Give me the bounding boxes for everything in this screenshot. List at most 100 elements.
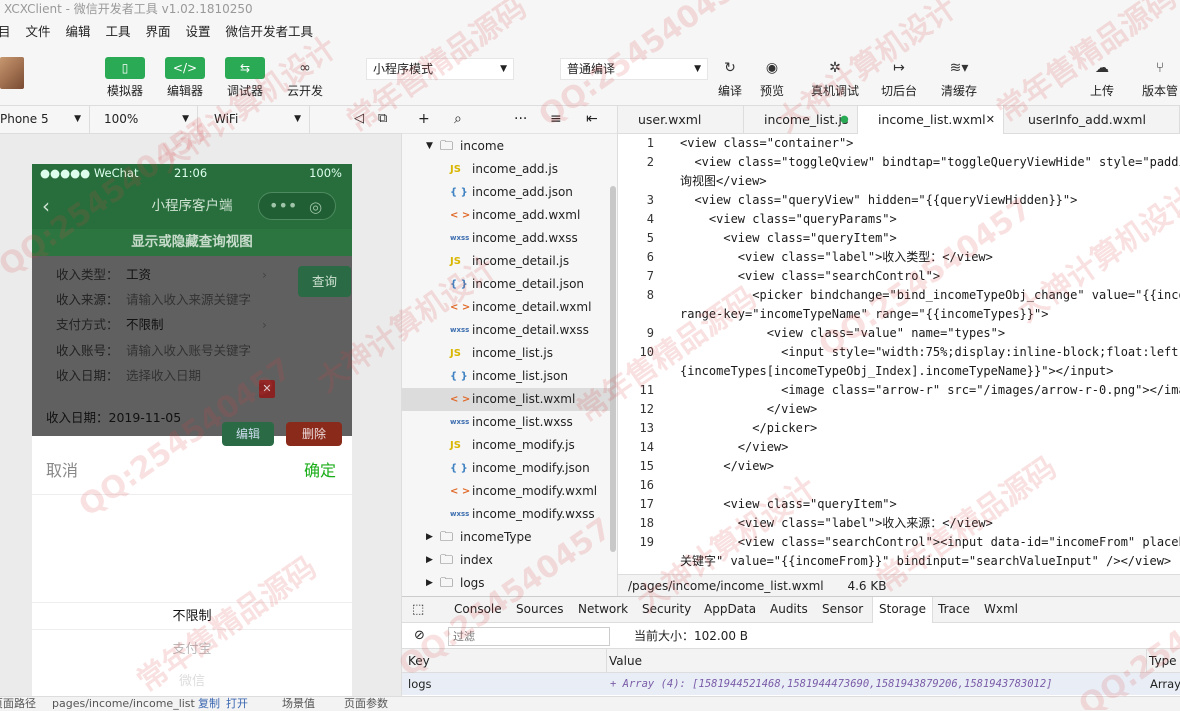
mode-select[interactable]: 小程序模式 ▼ [366,58,514,80]
bug-icon: ✲ [829,60,841,76]
tab-income-list-wxml[interactable]: income_list.wxml ✕ [858,106,1004,134]
tree-file[interactable]: JS income_list.js [402,342,612,365]
tree-file[interactable]: { } income_list.json [402,365,612,388]
capsule-menu[interactable]: ••• ◎ [258,192,336,220]
more-dots-icon[interactable]: ••• [269,183,297,229]
menu-item-tools[interactable]: 工具 [106,24,131,39]
upload-button[interactable]: ☁ 上传 [1082,57,1122,99]
avatar[interactable] [0,57,24,89]
detach-window-icon[interactable]: ⧉ [378,106,387,132]
editor-button[interactable]: </> 编辑器 [164,57,206,99]
split-icon[interactable]: ⇤ [586,106,598,133]
compile-mode-select[interactable]: 普通编译 ▼ [560,58,708,80]
form-row-date[interactable]: 收入日期： 选择收入日期 [56,365,201,387]
edit-button[interactable]: 编辑 [222,422,274,446]
search-icon[interactable]: ⌕ [454,106,462,133]
picker-option-selected[interactable]: 不限制 [32,602,352,630]
simulator-button[interactable]: ▯ 模拟器 [104,57,146,99]
close-icon[interactable]: ✕ [986,106,995,134]
clear-icon[interactable]: ⊘ [414,623,425,649]
tab-income-list-js[interactable]: income_list.js ● [744,106,858,134]
tree-file[interactable]: JS income_modify.js [402,434,612,457]
back-arrow-icon[interactable]: ‹ [42,183,50,229]
tab-sources[interactable]: Sources [516,597,563,622]
picker-cancel-button[interactable]: 取消 [46,449,78,493]
close-circle-icon[interactable]: ◎ [309,184,322,230]
picker-option[interactable]: 支付宝 [32,638,352,657]
form-row-account[interactable]: 收入账号： 请输入收入账号关键字 [56,340,251,362]
tab-console[interactable]: Console [454,597,502,622]
tab-user-wxml[interactable]: user.wxml [618,106,744,134]
tree-folder-incomeType[interactable]: ▶ 🗀 incomeType [402,526,612,549]
tree-file[interactable]: < > income_detail.wxml [402,296,612,319]
tab-audits[interactable]: Audits [770,597,808,622]
copy-link[interactable]: 复制 [198,697,220,711]
volume-icon[interactable]: ◁ [354,106,364,132]
clear-cache-button[interactable]: ≋▾ 清缓存 [936,57,982,99]
code-line: <view class="queryItem"> [680,497,897,511]
compile-button[interactable]: ↻ 编译 [712,57,748,99]
menu-item-edit[interactable]: 编辑 [66,24,91,39]
code-area[interactable]: 1 <view class="container"> 2 <view class="… [618,134,1180,574]
tree-file[interactable]: wxss income_detail.wxss [402,319,612,342]
debugger-button[interactable]: ⇆ 调试器 [224,57,266,99]
menu-item-view[interactable]: 界面 [146,24,171,39]
version-button[interactable]: ⑂ 版本管 [1140,57,1180,99]
picker-confirm-button[interactable]: 确定 [304,449,336,493]
form-row-pay-method[interactable]: 支付方式： 不限制 › [56,314,267,336]
storage-filter-input[interactable] [448,627,610,646]
menu-item-settings[interactable]: 设置 [186,24,211,39]
tree-file[interactable]: wxss income_modify.wxss [402,503,612,526]
code-line: <picker bindchange="bind_incomeTypeObj_c… [680,288,1180,302]
tab-userinfo-add-wxml[interactable]: userInfo_add.wxml [1008,106,1180,134]
tree-file[interactable]: wxss income_add.wxss [402,227,612,250]
device-select[interactable]: Phone 5 ▼ [0,106,90,133]
remote-debug-button[interactable]: ✲ 真机调试 [806,57,864,99]
tree-folder-income[interactable]: ▼ 🗀 income [402,135,612,158]
tree-folder-index[interactable]: ▶ 🗀 index [402,549,612,572]
tab-security[interactable]: Security [642,597,691,622]
tab-wxml[interactable]: Wxml [984,597,1018,622]
clear-date-icon[interactable]: ✕ [259,380,275,398]
tree-file[interactable]: JS income_detail.js [402,250,612,273]
more-icon[interactable]: ··· [514,106,527,133]
cloud-dev-button[interactable]: ∞ 云开发 [284,57,326,99]
menu-item-wechat-devtools[interactable]: 微信开发者工具 [226,24,314,39]
collapse-icon[interactable]: ≡ [550,106,562,133]
version-label: 版本管 [1141,84,1178,98]
tab-sensor[interactable]: Sensor [822,597,863,622]
tree-folder-logs[interactable]: ▶ 🗀 logs [402,572,612,595]
tree-file[interactable]: wxss income_list.wxss [402,411,612,434]
line-number: 1 [646,136,654,150]
tab-storage[interactable]: Storage [872,597,933,623]
tree-file[interactable]: JS income_add.js [402,158,612,181]
form-row-income-source[interactable]: 收入来源： 请输入收入来源关键字 [56,289,251,311]
toggle-query-view-bar[interactable]: 显示或隐藏查询视图 [32,229,352,256]
tab-appdata[interactable]: AppData [704,597,756,622]
zoom-select[interactable]: 100% ▼ [94,106,198,133]
query-button[interactable]: 查询 [298,266,351,297]
file-tree-scrollbar[interactable] [610,186,616,552]
tree-file[interactable]: < > income_add.wxml [402,204,612,227]
tab-network[interactable]: Network [578,597,628,622]
form-row-income-type[interactable]: 收入类型： 工资 › [56,264,267,286]
tab-trace[interactable]: Trace [938,597,970,622]
picker-option[interactable]: 微信 [32,670,352,689]
storage-row[interactable]: logs + Array (4): [1581944521468,1581944… [402,673,1180,695]
delete-button[interactable]: 删除 [286,422,342,446]
tree-file[interactable]: { } income_modify.json [402,457,612,480]
menu-item-file[interactable]: 文件 [26,24,51,39]
tree-file[interactable]: { } income_add.json [402,181,612,204]
preview-button[interactable]: ◉ 预览 [754,57,790,99]
network-select[interactable]: WiFi ▼ [206,106,310,133]
background-button[interactable]: ↦ 切后台 [876,57,922,99]
open-link[interactable]: 打开 [226,697,248,711]
add-icon[interactable]: + [418,106,430,133]
line-number: 5 [646,231,654,245]
tree-file[interactable]: < > income_list.wxml [402,388,612,411]
tree-file[interactable]: { } income_detail.json [402,273,612,296]
inspect-icon[interactable]: ⬚ [412,597,424,622]
tree-file[interactable]: < > income_modify.wxml [402,480,612,503]
line-number: 13 [639,421,654,435]
menu-item-project[interactable]: 目 [0,24,11,39]
